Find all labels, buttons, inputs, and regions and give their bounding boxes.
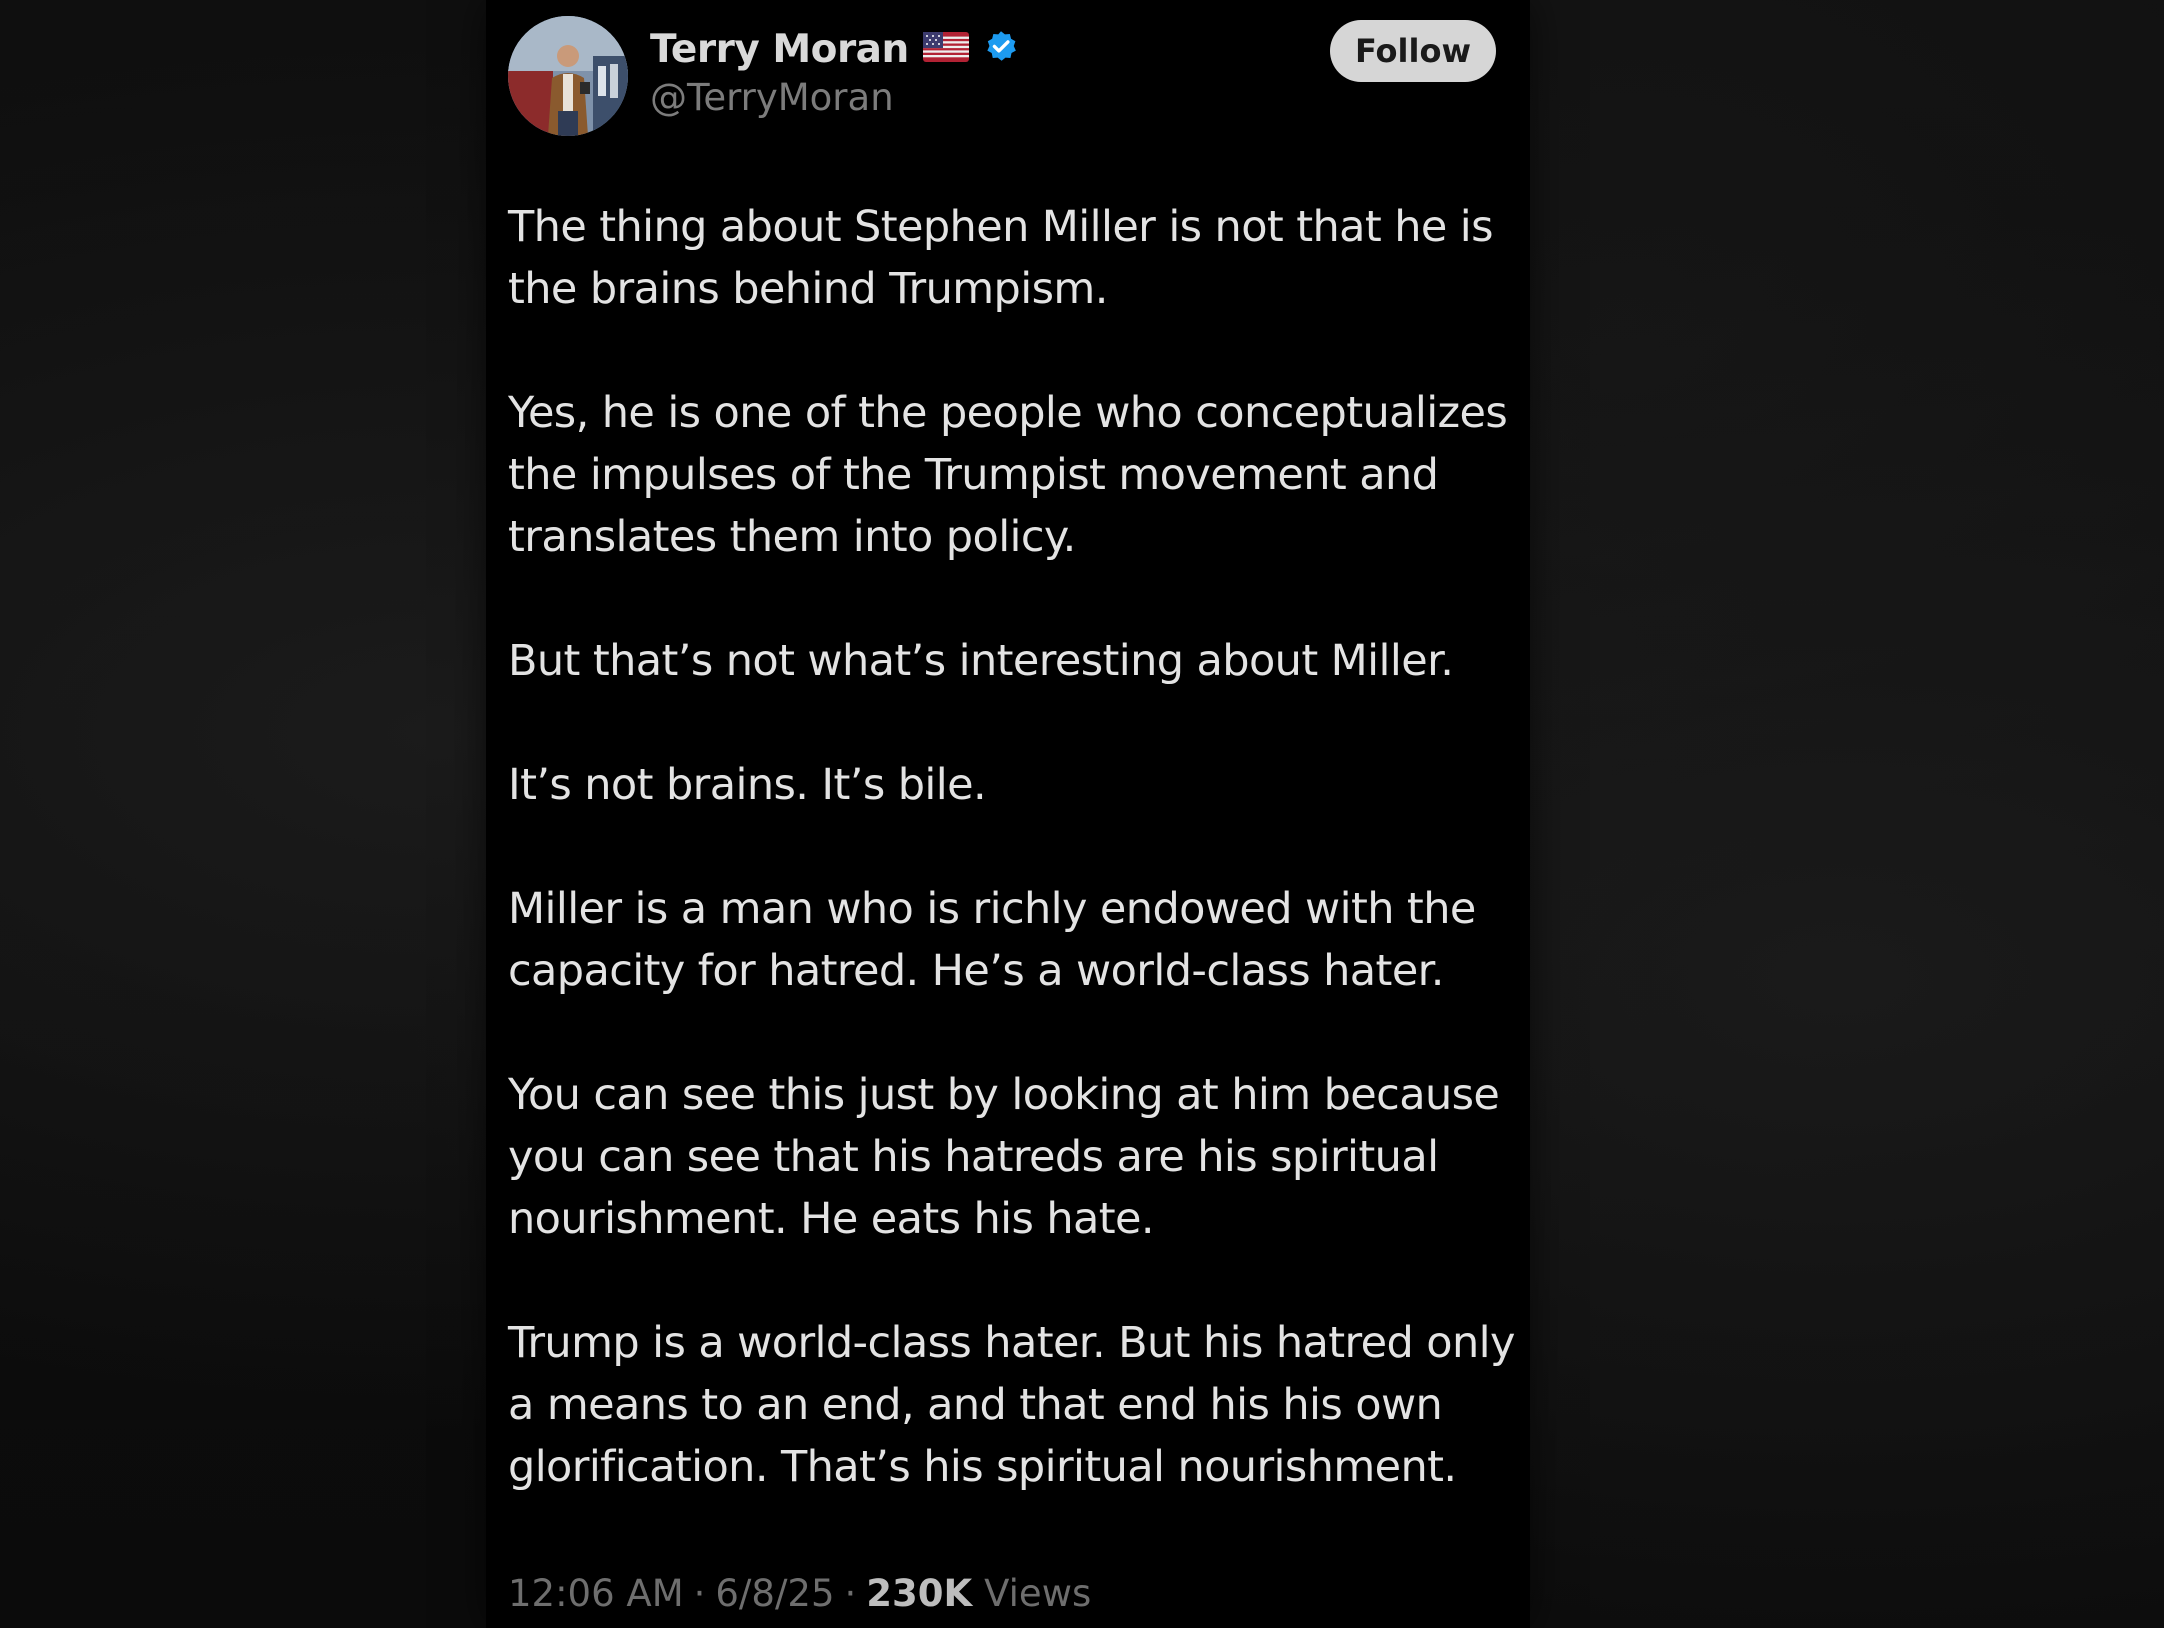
post-paragraph: But that’s not what’s interesting about … (508, 636, 1454, 686)
user-handle[interactable]: @TerryMoran (650, 76, 894, 119)
post-date[interactable]: 6/8/25 (715, 1572, 834, 1615)
post-meta: 12:06 AM · 6/8/25 · 230K Views (508, 1572, 1091, 1615)
display-name[interactable]: Terry Moran (650, 27, 909, 72)
post-paragraph: You can see this just by looking at him … (508, 1070, 1500, 1244)
us-flag-icon (922, 32, 969, 66)
avatar[interactable] (508, 16, 628, 136)
name-row: Terry Moran (650, 24, 1019, 74)
views-label: Views (984, 1572, 1092, 1615)
post-paragraph: Miller is a man who is richly endowed wi… (508, 884, 1476, 996)
post-text: The thing about Stephen Miller is not th… (508, 196, 1518, 1560)
post-paragraph: Yes, he is one of the people who concept… (508, 388, 1508, 562)
post-header: Terry Moran @TerryMoran Follow (508, 16, 1508, 142)
meta-separator: · (844, 1572, 857, 1615)
meta-separator: · (693, 1572, 706, 1615)
avatar-photo (508, 16, 628, 136)
post-paragraph: The thing about Stephen Miller is not th… (508, 202, 1494, 314)
post-paragraph: It’s not brains. It’s bile. (508, 760, 987, 810)
post-paragraph: Trump is a world-class hater. But his ha… (508, 1318, 1515, 1492)
verified-badge-icon[interactable] (983, 29, 1019, 69)
post-card: Terry Moran @TerryMoran Follow The thing… (486, 0, 1530, 1628)
follow-button[interactable]: Follow (1330, 20, 1496, 82)
views-count[interactable]: 230K (866, 1572, 972, 1615)
post-time[interactable]: 12:06 AM (508, 1572, 684, 1615)
